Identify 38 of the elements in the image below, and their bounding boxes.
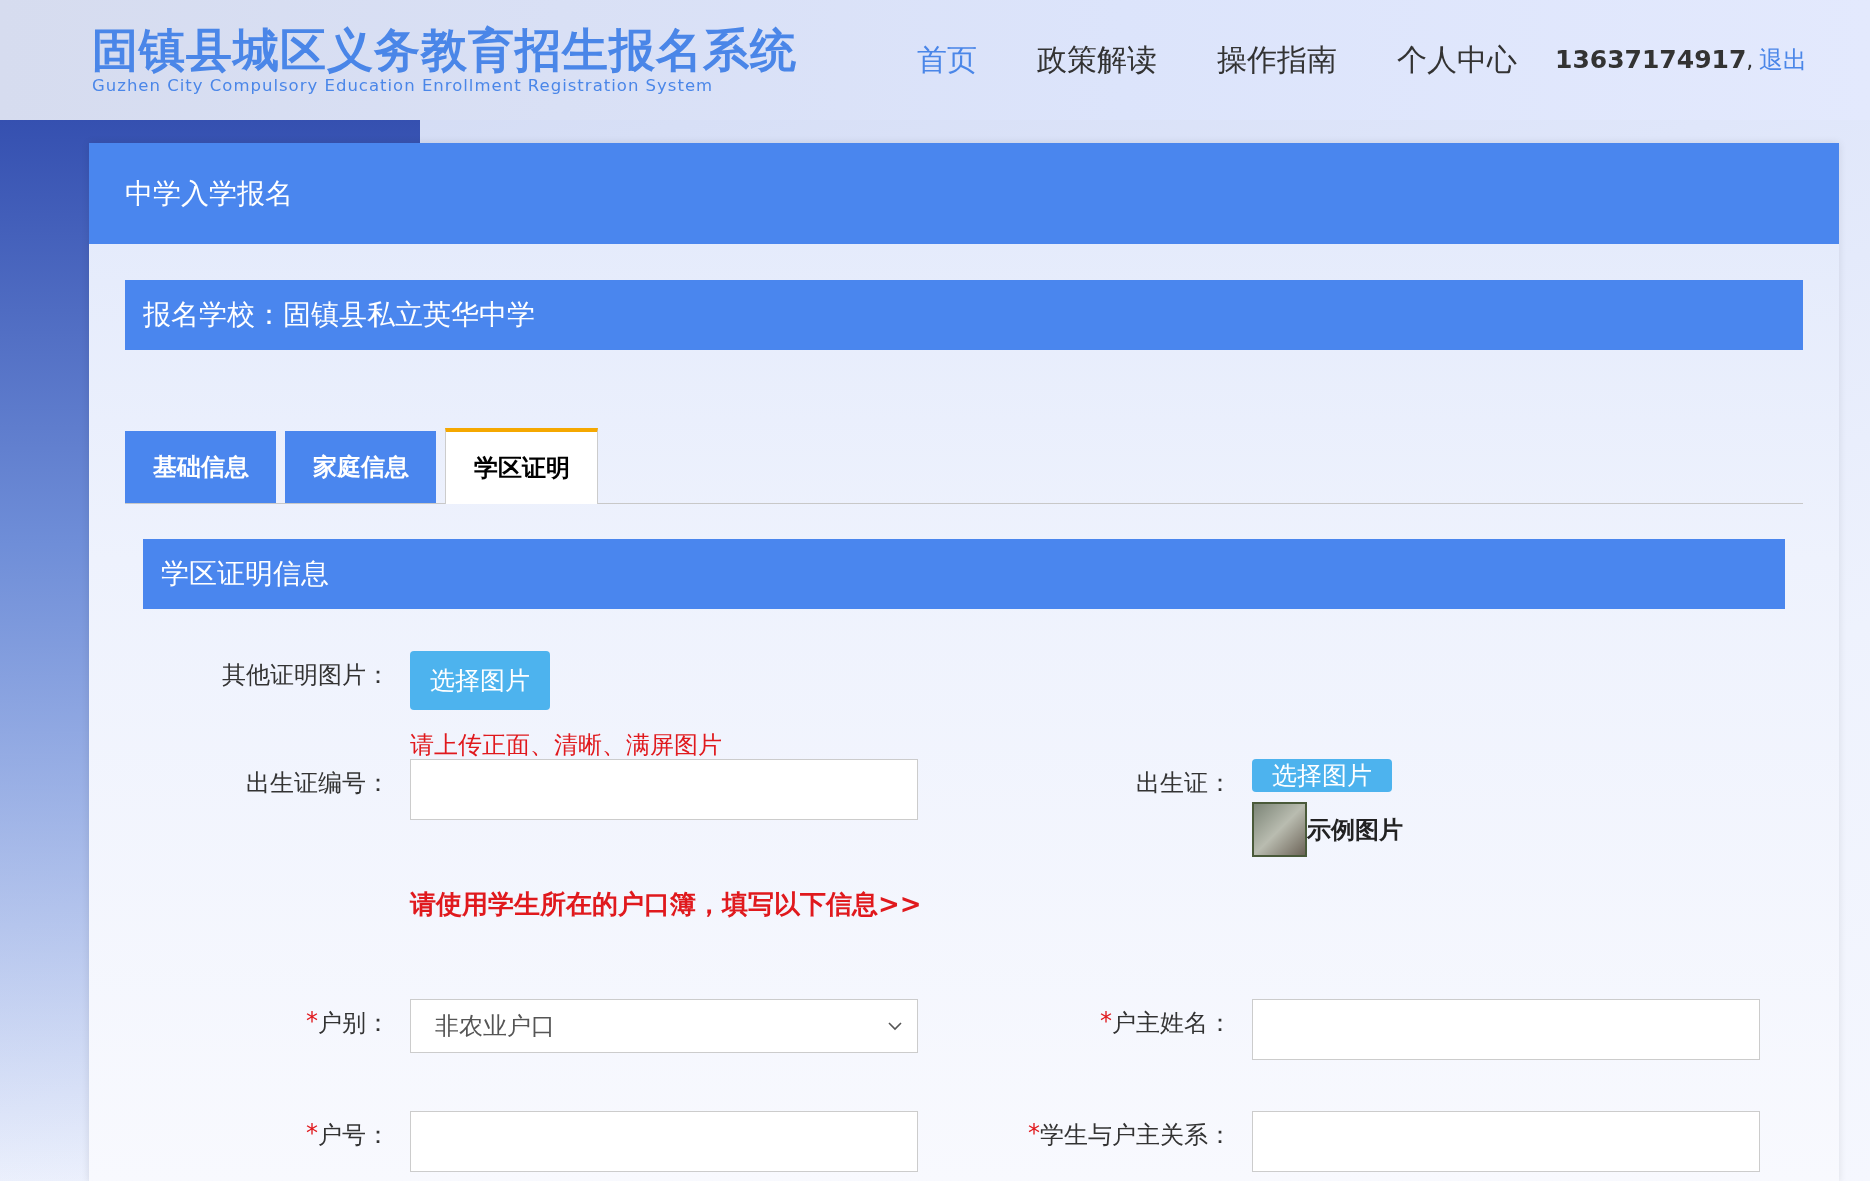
required-mark: * xyxy=(306,1119,318,1147)
input-field[interactable] xyxy=(410,759,918,820)
nav-link[interactable]: 政策解读 xyxy=(1037,39,1157,81)
nav-link[interactable]: 个人中心 xyxy=(1397,39,1517,81)
required-mark: * xyxy=(306,1007,318,1035)
input-field[interactable] xyxy=(410,1111,918,1172)
example-image-label: 示例图片 xyxy=(1307,814,1403,846)
school-bar: 报名学校：固镇县私立英华中学 xyxy=(125,280,1803,350)
tab[interactable]: 家庭信息 xyxy=(285,431,436,503)
upload-hint: 请上传正面、清晰、满屏图片 xyxy=(410,730,722,761)
section-title-bar: 学区证明信息 xyxy=(143,539,1785,609)
field-label: 户别： xyxy=(318,1008,390,1039)
nav-link[interactable]: 操作指南 xyxy=(1217,39,1337,81)
photo-placeholder[interactable] xyxy=(1252,802,1307,857)
required-mark: * xyxy=(1100,1007,1112,1035)
notice-text: 请使用学生所在的户口簿，填写以下信息>> xyxy=(410,888,922,921)
site-title: 固镇县城区义务教育招生报名系统 xyxy=(92,25,797,76)
choose-image-button[interactable]: 选择图片 xyxy=(1252,759,1392,792)
nav-link[interactable]: 首页 xyxy=(917,39,977,81)
chevron-icon xyxy=(887,1021,903,1031)
choose-image-button[interactable]: 选择图片 xyxy=(410,651,550,710)
input-field[interactable] xyxy=(1252,999,1760,1060)
user-phone: 13637174917 xyxy=(1555,45,1747,74)
tab[interactable]: 学区证明 xyxy=(445,428,598,504)
field-label: 其他证明图片： xyxy=(221,660,390,691)
field-label: 户号： xyxy=(318,1120,390,1151)
field-label: 学生与户主关系： xyxy=(1040,1120,1232,1151)
separator-text: , xyxy=(1746,48,1754,73)
required-mark: * xyxy=(1028,1119,1040,1147)
logout-link[interactable]: 退出 xyxy=(1759,44,1808,76)
site-subtitle: Guzhen City Compulsory Education Enrollment Registration System xyxy=(92,75,715,95)
field-label: 出生证编号： xyxy=(245,768,390,799)
page-title-bar: 中学入学报名 xyxy=(89,143,1839,244)
input-field[interactable] xyxy=(1252,1111,1760,1172)
tab[interactable]: 基础信息 xyxy=(125,431,276,503)
field-label: 户主姓名： xyxy=(1112,1008,1232,1039)
field-label: 出生证： xyxy=(1135,768,1232,799)
select-field[interactable]: 非农业户口 xyxy=(410,999,918,1053)
